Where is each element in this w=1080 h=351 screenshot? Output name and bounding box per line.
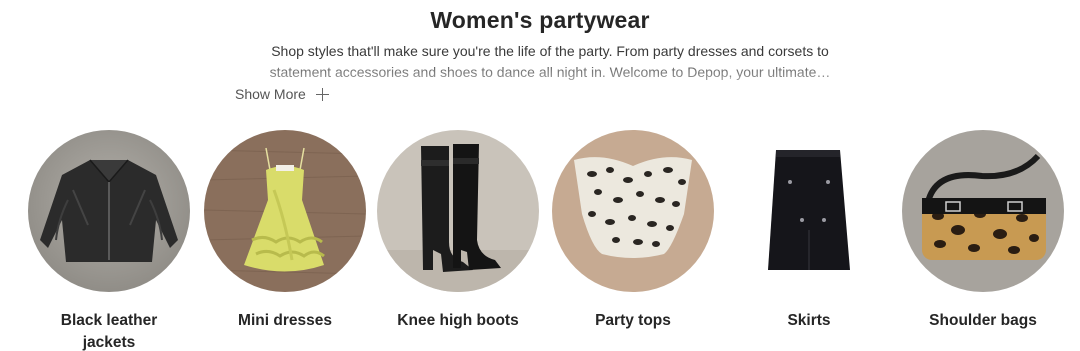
category-card-knee-high-boots[interactable]: Knee high boots <box>373 130 543 332</box>
plus-icon <box>315 87 329 101</box>
category-card-skirts[interactable]: Skirts <box>724 130 894 332</box>
category-description: Shop styles that'll make sure you're the… <box>230 41 870 83</box>
category-image-black-midi-skirt <box>728 130 890 292</box>
category-image-black-knee-high-boots <box>377 130 539 292</box>
category-card-black-leather-jackets[interactable]: Black leather jackets <box>24 130 194 351</box>
page-title: Women's partywear <box>430 7 650 33</box>
category-label: Knee high boots <box>397 312 519 329</box>
show-more-button[interactable]: Show More <box>235 84 329 104</box>
category-carousel: Black leather jackets Mini dresses Knee … <box>0 130 1080 351</box>
category-image-black-leather-jacket <box>28 130 190 292</box>
category-card-mini-dresses[interactable]: Mini dresses <box>200 130 370 332</box>
category-image-leopard-shoulder-bag <box>902 130 1064 292</box>
show-more-label: Show More <box>235 86 306 102</box>
description-line-2: statement accessories and shoes to dance… <box>230 62 870 83</box>
category-image-leopard-corset-top <box>552 130 714 292</box>
category-image-yellow-mini-dress <box>204 130 366 292</box>
category-label: Party tops <box>595 312 671 329</box>
category-label: Mini dresses <box>238 312 332 329</box>
category-label: Skirts <box>787 312 831 329</box>
category-card-party-tops[interactable]: Party tops <box>548 130 718 332</box>
category-label: Black leather jackets <box>60 312 158 351</box>
description-line-1: Shop styles that'll make sure you're the… <box>271 43 829 59</box>
category-label: Shoulder bags <box>929 312 1037 329</box>
category-card-shoulder-bags[interactable]: Shoulder bags <box>898 130 1068 332</box>
